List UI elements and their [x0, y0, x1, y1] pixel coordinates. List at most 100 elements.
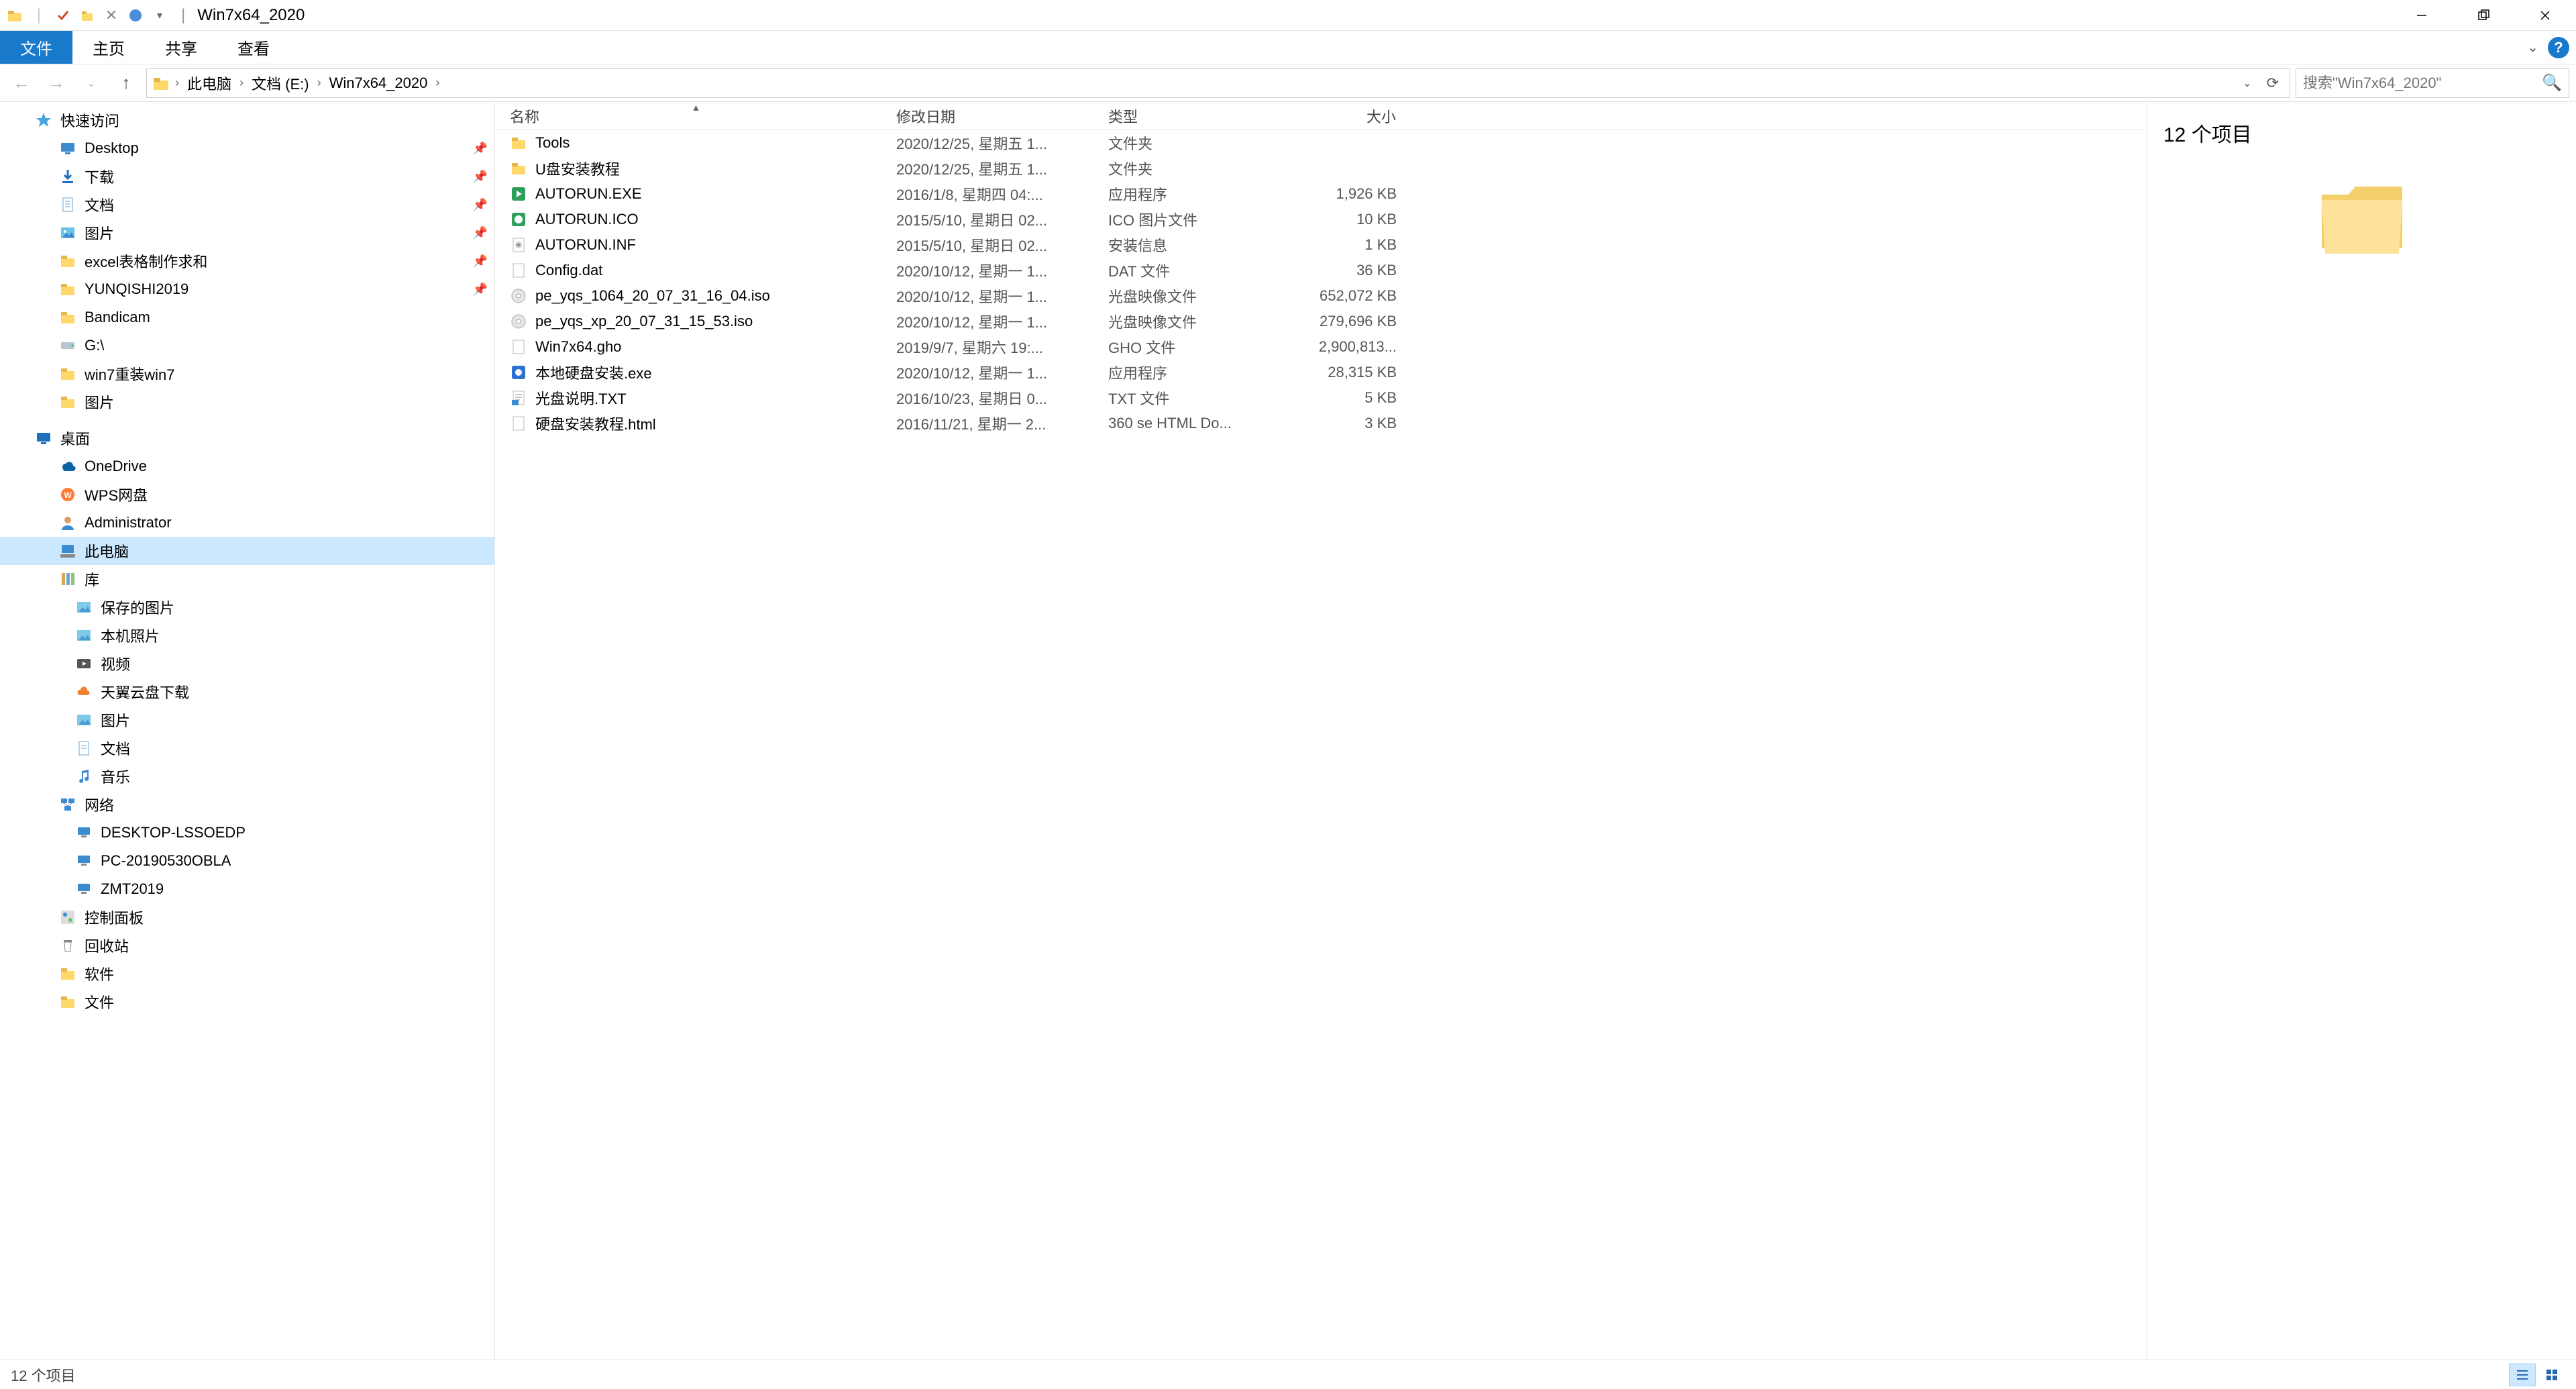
- column-type[interactable]: 类型: [1100, 102, 1287, 130]
- file-row[interactable]: Win7x64.gho2019/9/7, 星期六 19:...GHO 文件2,9…: [495, 334, 2147, 360]
- file-row[interactable]: Tools2020/12/25, 星期五 1...文件夹: [495, 130, 2147, 156]
- sidebar-item[interactable]: 库: [0, 565, 494, 593]
- sidebar-item[interactable]: 文档📌: [0, 191, 494, 219]
- sidebar-item[interactable]: 文件: [0, 988, 494, 1016]
- sidebar-item[interactable]: 软件: [0, 960, 494, 988]
- crumb-sep-icon[interactable]: ›: [316, 76, 323, 90]
- close-button[interactable]: [2514, 0, 2576, 31]
- ribbon-tab-share[interactable]: 共享: [145, 31, 217, 64]
- sidebar-item[interactable]: Bandicam: [0, 303, 494, 331]
- search-icon[interactable]: 🔍: [2542, 73, 2562, 93]
- ribbon-right: ⌄ ?: [2527, 31, 2576, 64]
- view-large-icons-button[interactable]: [2538, 1364, 2565, 1386]
- column-date[interactable]: 修改日期: [888, 102, 1100, 130]
- file-row[interactable]: 光盘说明.TXT2016/10/23, 星期日 0...TXT 文件5 KB: [495, 385, 2147, 411]
- view-details-button[interactable]: [2509, 1364, 2536, 1386]
- sidebar-item[interactable]: 桌面: [0, 424, 494, 452]
- file-row[interactable]: 本地硬盘安装.exe2020/10/12, 星期一 1...应用程序28,315…: [495, 360, 2147, 385]
- txt-icon: [510, 389, 527, 407]
- folder-icon: [510, 134, 527, 152]
- address-box[interactable]: › 此电脑 › 文档 (E:) › Win7x64_2020 › ⌄ ⟳: [146, 68, 2290, 98]
- sidebar-item[interactable]: 保存的图片: [0, 593, 494, 621]
- sidebar-item[interactable]: YUNQISHI2019📌: [0, 275, 494, 303]
- file-row[interactable]: AUTORUN.ICO2015/5/10, 星期日 02...ICO 图片文件1…: [495, 207, 2147, 232]
- checkmark-icon[interactable]: [54, 6, 72, 25]
- ribbon-tab-home[interactable]: 主页: [72, 31, 145, 64]
- sidebar-item-label: 下载: [85, 166, 114, 187]
- ribbon-tab-file[interactable]: 文件: [0, 31, 72, 64]
- file-row[interactable]: 硬盘安装教程.html2016/11/21, 星期一 2...360 se HT…: [495, 411, 2147, 436]
- file-row[interactable]: Config.dat2020/10/12, 星期一 1...DAT 文件36 K…: [495, 258, 2147, 283]
- nav-forward-button[interactable]: →: [42, 68, 71, 98]
- close-gray-icon[interactable]: ✕: [102, 6, 121, 25]
- sidebar-item[interactable]: Administrator: [0, 509, 494, 537]
- file-name: AUTORUN.ICO: [535, 211, 639, 228]
- sidebar-item[interactable]: PC-20190530OBLA: [0, 847, 494, 875]
- breadcrumb-2[interactable]: Win7x64_2020: [327, 74, 431, 92]
- sidebar-item[interactable]: 回收站: [0, 931, 494, 960]
- sidebar-item[interactable]: 网络: [0, 790, 494, 819]
- file-row[interactable]: pe_yqs_xp_20_07_31_15_53.iso2020/10/12, …: [495, 309, 2147, 334]
- user-icon: [58, 513, 78, 533]
- breadcrumb-0[interactable]: 此电脑: [184, 72, 234, 94]
- sidebar-item[interactable]: 本机照片: [0, 621, 494, 650]
- sidebar-item[interactable]: OneDrive: [0, 452, 494, 480]
- sidebar-item[interactable]: 控制面板: [0, 903, 494, 931]
- maximize-button[interactable]: [2453, 0, 2514, 31]
- sidebar-item[interactable]: 天翼云盘下载: [0, 678, 494, 706]
- sidebar-item-label: Bandicam: [85, 309, 150, 326]
- file-row[interactable]: U盘安装教程2020/12/25, 星期五 1...文件夹: [495, 156, 2147, 181]
- file-type: 应用程序: [1100, 183, 1287, 205]
- qat-dropdown-icon[interactable]: ▾: [150, 6, 169, 25]
- column-name[interactable]: 名称 ▲: [495, 102, 888, 130]
- sidebar-item-label: 本机照片: [101, 625, 160, 646]
- refresh-icon[interactable]: ⟳: [2261, 74, 2284, 92]
- search-input[interactable]: [2303, 74, 2535, 92]
- sidebar-item[interactable]: 此电脑: [0, 537, 494, 565]
- sidebar-item[interactable]: 文档: [0, 734, 494, 762]
- sidebar-item[interactable]: excel表格制作求和📌: [0, 247, 494, 275]
- file-row[interactable]: pe_yqs_1064_20_07_31_16_04.iso2020/10/12…: [495, 283, 2147, 309]
- quick-access-toolbar: | ✕ ▾ | Win7x64_2020: [0, 6, 305, 25]
- sidebar-item[interactable]: 图片📌: [0, 219, 494, 247]
- folder-small-icon[interactable]: [78, 6, 97, 25]
- help-icon[interactable]: ?: [2548, 37, 2569, 58]
- nav-up-button[interactable]: ↑: [111, 68, 141, 98]
- crumb-sep-icon[interactable]: ›: [434, 76, 441, 90]
- sidebar-item[interactable]: 快速访问: [0, 106, 494, 134]
- breadcrumb-1[interactable]: 文档 (E:): [249, 72, 312, 94]
- sidebar-item[interactable]: win7重装win7: [0, 360, 494, 388]
- sidebar-item[interactable]: Desktop📌: [0, 134, 494, 162]
- sidebar-item[interactable]: ZMT2019: [0, 875, 494, 903]
- sidebar-item-label: 音乐: [101, 766, 130, 787]
- column-size[interactable]: 大小: [1287, 102, 1405, 130]
- file-size: 652,072 KB: [1287, 287, 1405, 305]
- file-row[interactable]: AUTORUN.EXE2016/1/8, 星期四 04:...应用程序1,926…: [495, 181, 2147, 207]
- file-rows[interactable]: Tools2020/12/25, 星期五 1...文件夹U盘安装教程2020/1…: [495, 130, 2147, 1359]
- window-title: Win7x64_2020: [197, 6, 305, 25]
- crumb-sep-icon[interactable]: ›: [238, 76, 245, 90]
- nav-back-button[interactable]: ←: [7, 68, 36, 98]
- sidebar-item[interactable]: 图片: [0, 388, 494, 416]
- address-dropdown-icon[interactable]: ⌄: [2237, 76, 2257, 90]
- ico-icon: [510, 211, 527, 228]
- file-row[interactable]: AUTORUN.INF2015/5/10, 星期日 02...安装信息1 KB: [495, 232, 2147, 258]
- file-name: AUTORUN.EXE: [535, 185, 642, 203]
- sidebar-item[interactable]: 视频: [0, 650, 494, 678]
- sidebar-item[interactable]: WWPS网盘: [0, 480, 494, 509]
- ribbon-expand-icon[interactable]: ⌄: [2527, 39, 2538, 56]
- crumb-sep-icon[interactable]: ›: [174, 76, 180, 90]
- navigation-pane[interactable]: 快速访问Desktop📌下载📌文档📌图片📌excel表格制作求和📌YUNQISH…: [0, 102, 495, 1359]
- search-box[interactable]: 🔍: [2296, 68, 2569, 98]
- ribbon-tab-view[interactable]: 查看: [217, 31, 290, 64]
- file-type: 应用程序: [1100, 362, 1287, 383]
- sidebar-item[interactable]: 下载📌: [0, 162, 494, 191]
- nav-recent-dropdown[interactable]: ⌄: [76, 68, 106, 98]
- sidebar-item[interactable]: 音乐: [0, 762, 494, 790]
- minimize-button[interactable]: [2391, 0, 2453, 31]
- sidebar-item[interactable]: 图片: [0, 706, 494, 734]
- sidebar-item[interactable]: DESKTOP-LSSOEDP: [0, 819, 494, 847]
- sidebar-item[interactable]: G:\: [0, 331, 494, 360]
- sidebar-item-label: 快速访问: [60, 109, 119, 131]
- pin-icon: 📌: [473, 254, 488, 268]
